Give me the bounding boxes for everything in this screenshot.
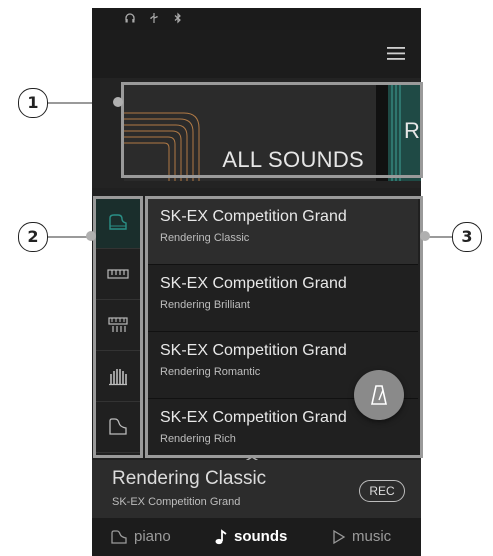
keyboard-icon	[107, 269, 129, 279]
sidebar-item-piano-outline[interactable]	[96, 402, 140, 453]
tab-music[interactable]: music	[332, 528, 391, 545]
metronome-button[interactable]	[354, 370, 404, 420]
category-card-label: ALL SOUNDS	[222, 147, 364, 172]
sidebar-item-grand-piano[interactable]	[96, 198, 140, 249]
music-note-icon	[215, 528, 227, 544]
callout-3: 3	[452, 222, 482, 252]
leader-line-2	[48, 236, 90, 238]
carousel-divider	[376, 83, 388, 181]
headphones-icon	[125, 13, 135, 23]
sound-subtitle: Rendering Romantic	[160, 366, 261, 378]
callout-2: 2	[18, 222, 48, 252]
sound-title: SK-EX Competition Grand	[160, 342, 347, 359]
grand-piano-icon	[109, 214, 127, 230]
sound-list-item[interactable]: SK-EX Competition Grand Rendering Classi…	[148, 198, 418, 265]
top-bar	[92, 30, 421, 78]
sound-subtitle: Rendering Classic	[160, 232, 250, 244]
tab-label: sounds	[234, 528, 288, 545]
bottom-navigation: piano sounds music	[92, 518, 421, 556]
bluetooth-icon	[174, 12, 181, 24]
callout-dot-2	[86, 231, 96, 241]
sound-title: SK-EX Competition Grand	[160, 208, 347, 225]
usb-icon	[150, 13, 158, 23]
callout-1: 1	[18, 88, 48, 118]
sidebar-item-pipe-organ[interactable]	[96, 351, 140, 402]
category-card-all-sounds[interactable]: ALL SOUNDS	[124, 83, 376, 181]
tab-label: piano	[134, 528, 171, 545]
category-card-next-label: R	[404, 118, 420, 143]
piano-outline-icon	[109, 418, 127, 435]
piano-icon	[111, 529, 127, 544]
category-card-next[interactable]: R	[388, 83, 421, 181]
pipe-organ-icon	[109, 369, 127, 386]
status-bar	[92, 8, 421, 30]
now-playing-bar: Rendering Classic SK-EX Competition Gran…	[92, 460, 421, 518]
sound-subtitle: Rendering Rich	[160, 433, 236, 445]
play-icon	[333, 529, 346, 544]
app-screen: ALL SOUNDS R SK-EX Competition Grand Ren…	[92, 8, 421, 556]
rec-button[interactable]: REC	[359, 480, 405, 502]
sound-title: SK-EX Competition Grand	[160, 275, 347, 292]
hamburger-menu-icon[interactable]	[385, 44, 407, 62]
sound-list-item[interactable]: SK-EX Competition Grand Rendering Brilli…	[148, 265, 418, 332]
sound-subtitle: Rendering Brilliant	[160, 299, 250, 311]
sound-title: SK-EX Competition Grand	[160, 409, 347, 426]
tab-sounds[interactable]: sounds	[214, 528, 287, 545]
tab-label: music	[352, 528, 392, 545]
metronome-icon	[371, 385, 387, 405]
callout-dot-1	[113, 97, 123, 107]
sidebar-item-keyboard[interactable]	[96, 249, 140, 300]
sidebar-item-organ[interactable]	[96, 300, 140, 351]
callout-dot-3	[420, 231, 430, 241]
now-playing-subtitle: SK-EX Competition Grand	[112, 496, 241, 508]
tab-piano[interactable]: piano	[110, 528, 171, 545]
instrument-type-sidebar	[96, 198, 140, 454]
now-playing-title: Rendering Classic	[112, 468, 267, 489]
organ-icon	[108, 317, 128, 332]
